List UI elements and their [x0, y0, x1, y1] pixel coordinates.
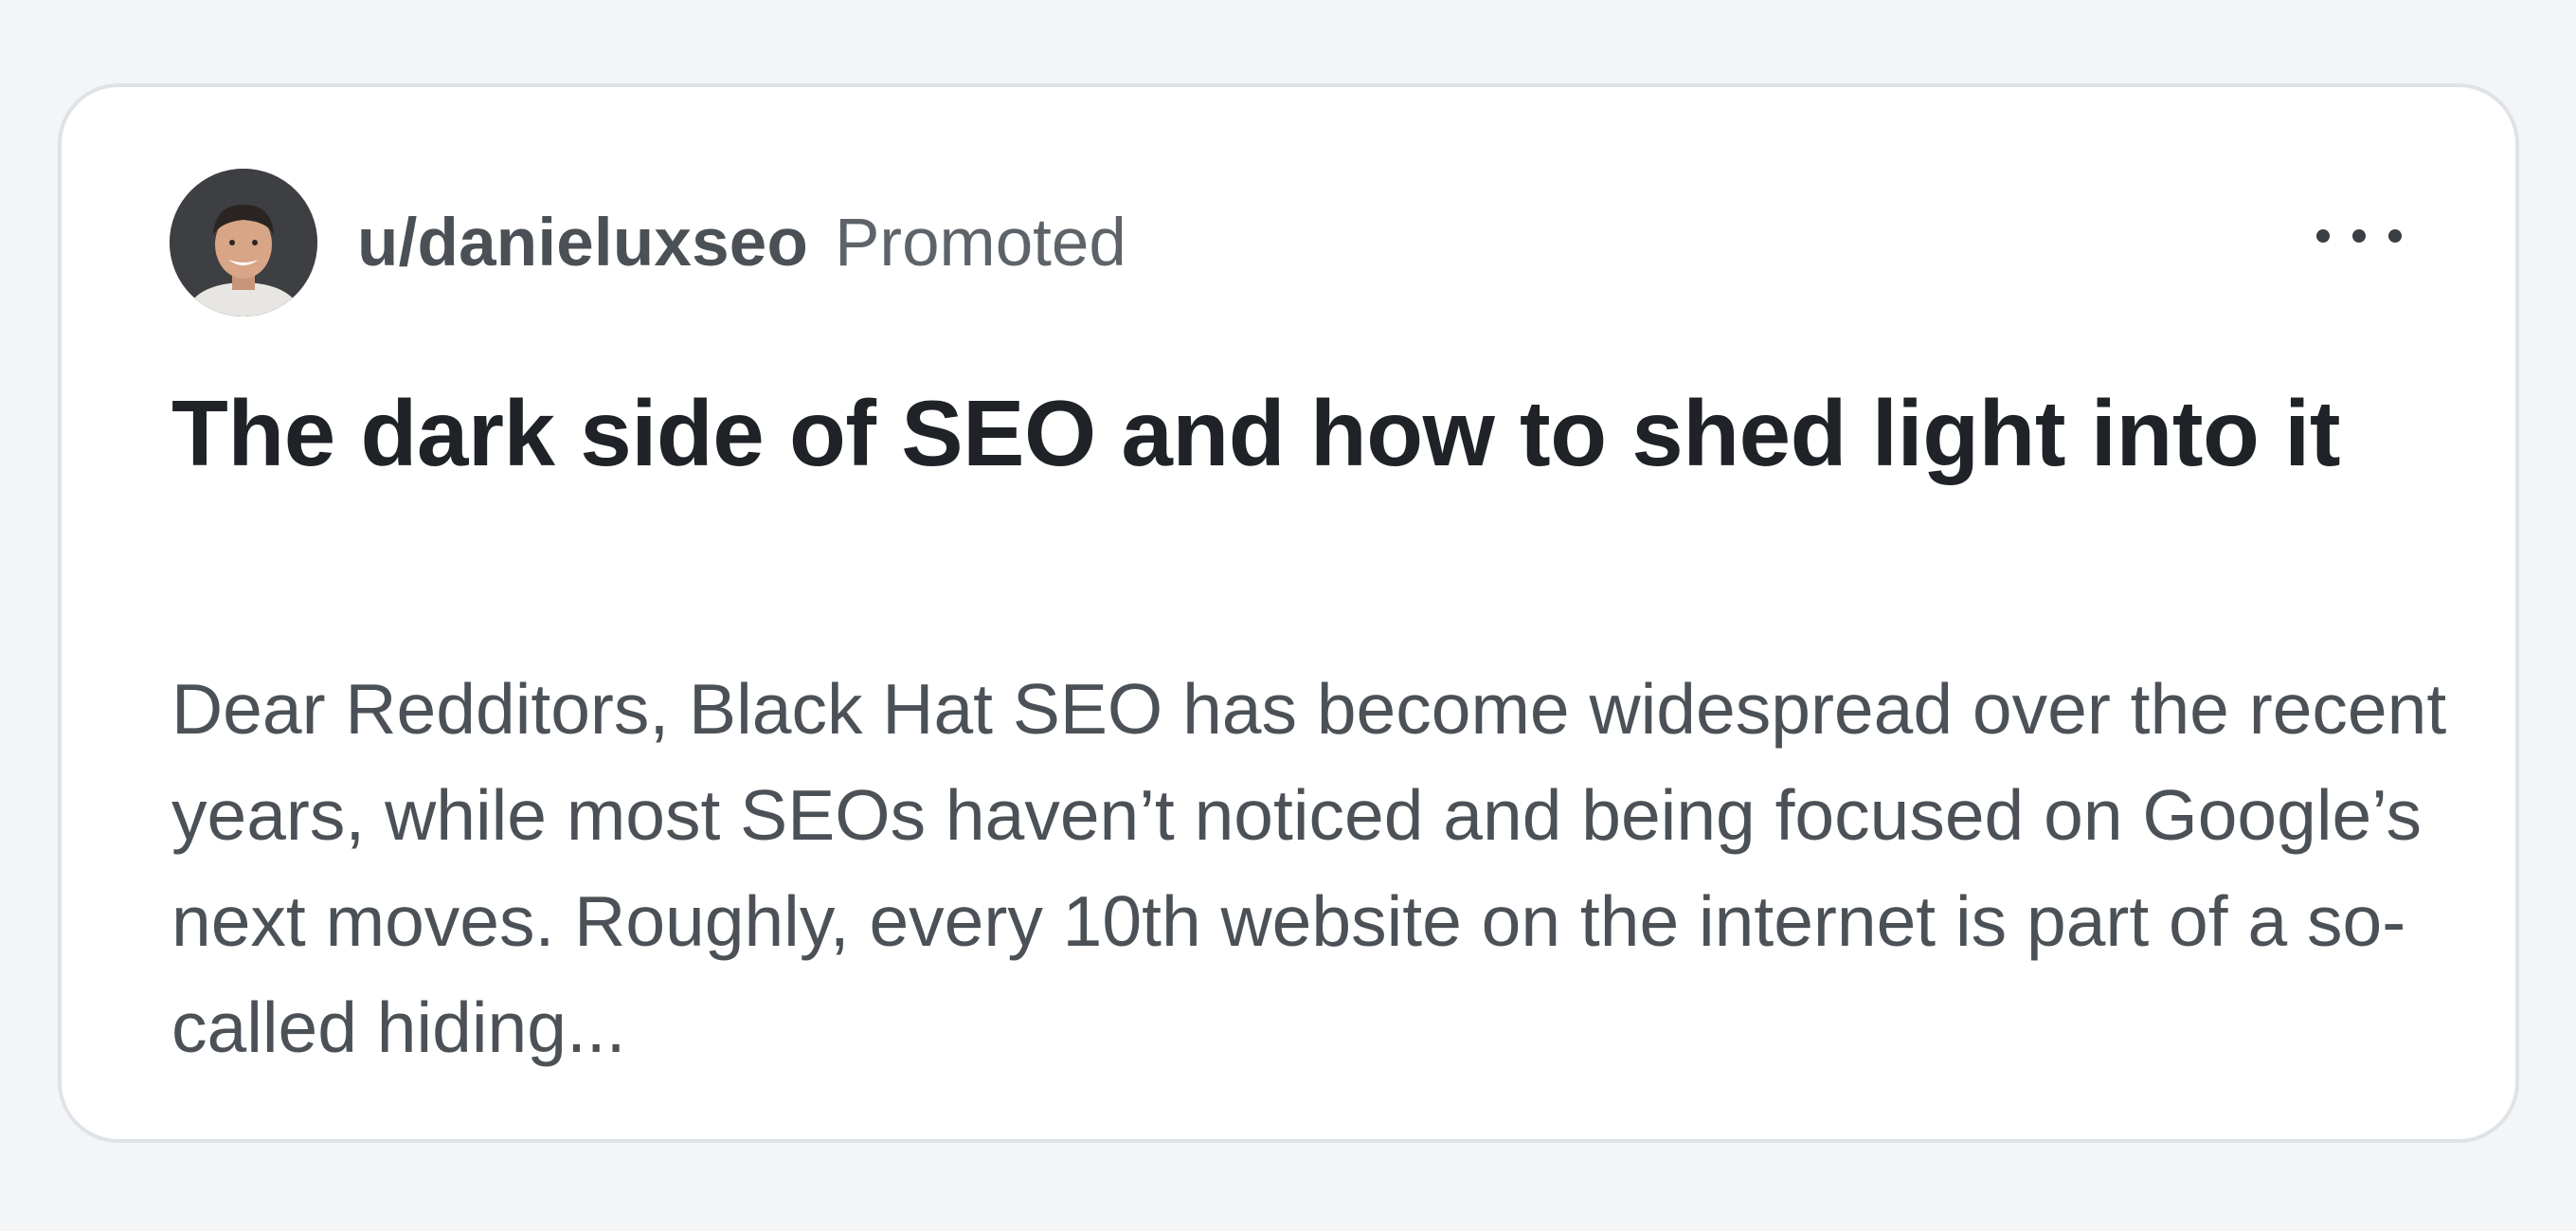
- more-dot: [2352, 229, 2366, 243]
- promoted-post-card[interactable]: u/danieluxseo Promoted The dark side of …: [58, 83, 2519, 1143]
- post-header: u/danieluxseo Promoted: [170, 169, 1126, 317]
- user-avatar[interactable]: [170, 169, 317, 317]
- avatar-portrait-icon: [170, 169, 317, 317]
- more-options-icon[interactable]: [2316, 222, 2402, 250]
- more-dot: [2316, 229, 2330, 243]
- promoted-label: Promoted: [835, 205, 1126, 281]
- post-username[interactable]: u/danieluxseo: [357, 205, 808, 281]
- post-body-preview[interactable]: Dear Redditors, Black Hat SEO has become…: [171, 656, 2464, 1080]
- post-title[interactable]: The dark side of SEO and how to shed lig…: [171, 371, 2426, 495]
- more-dot: [2388, 229, 2402, 243]
